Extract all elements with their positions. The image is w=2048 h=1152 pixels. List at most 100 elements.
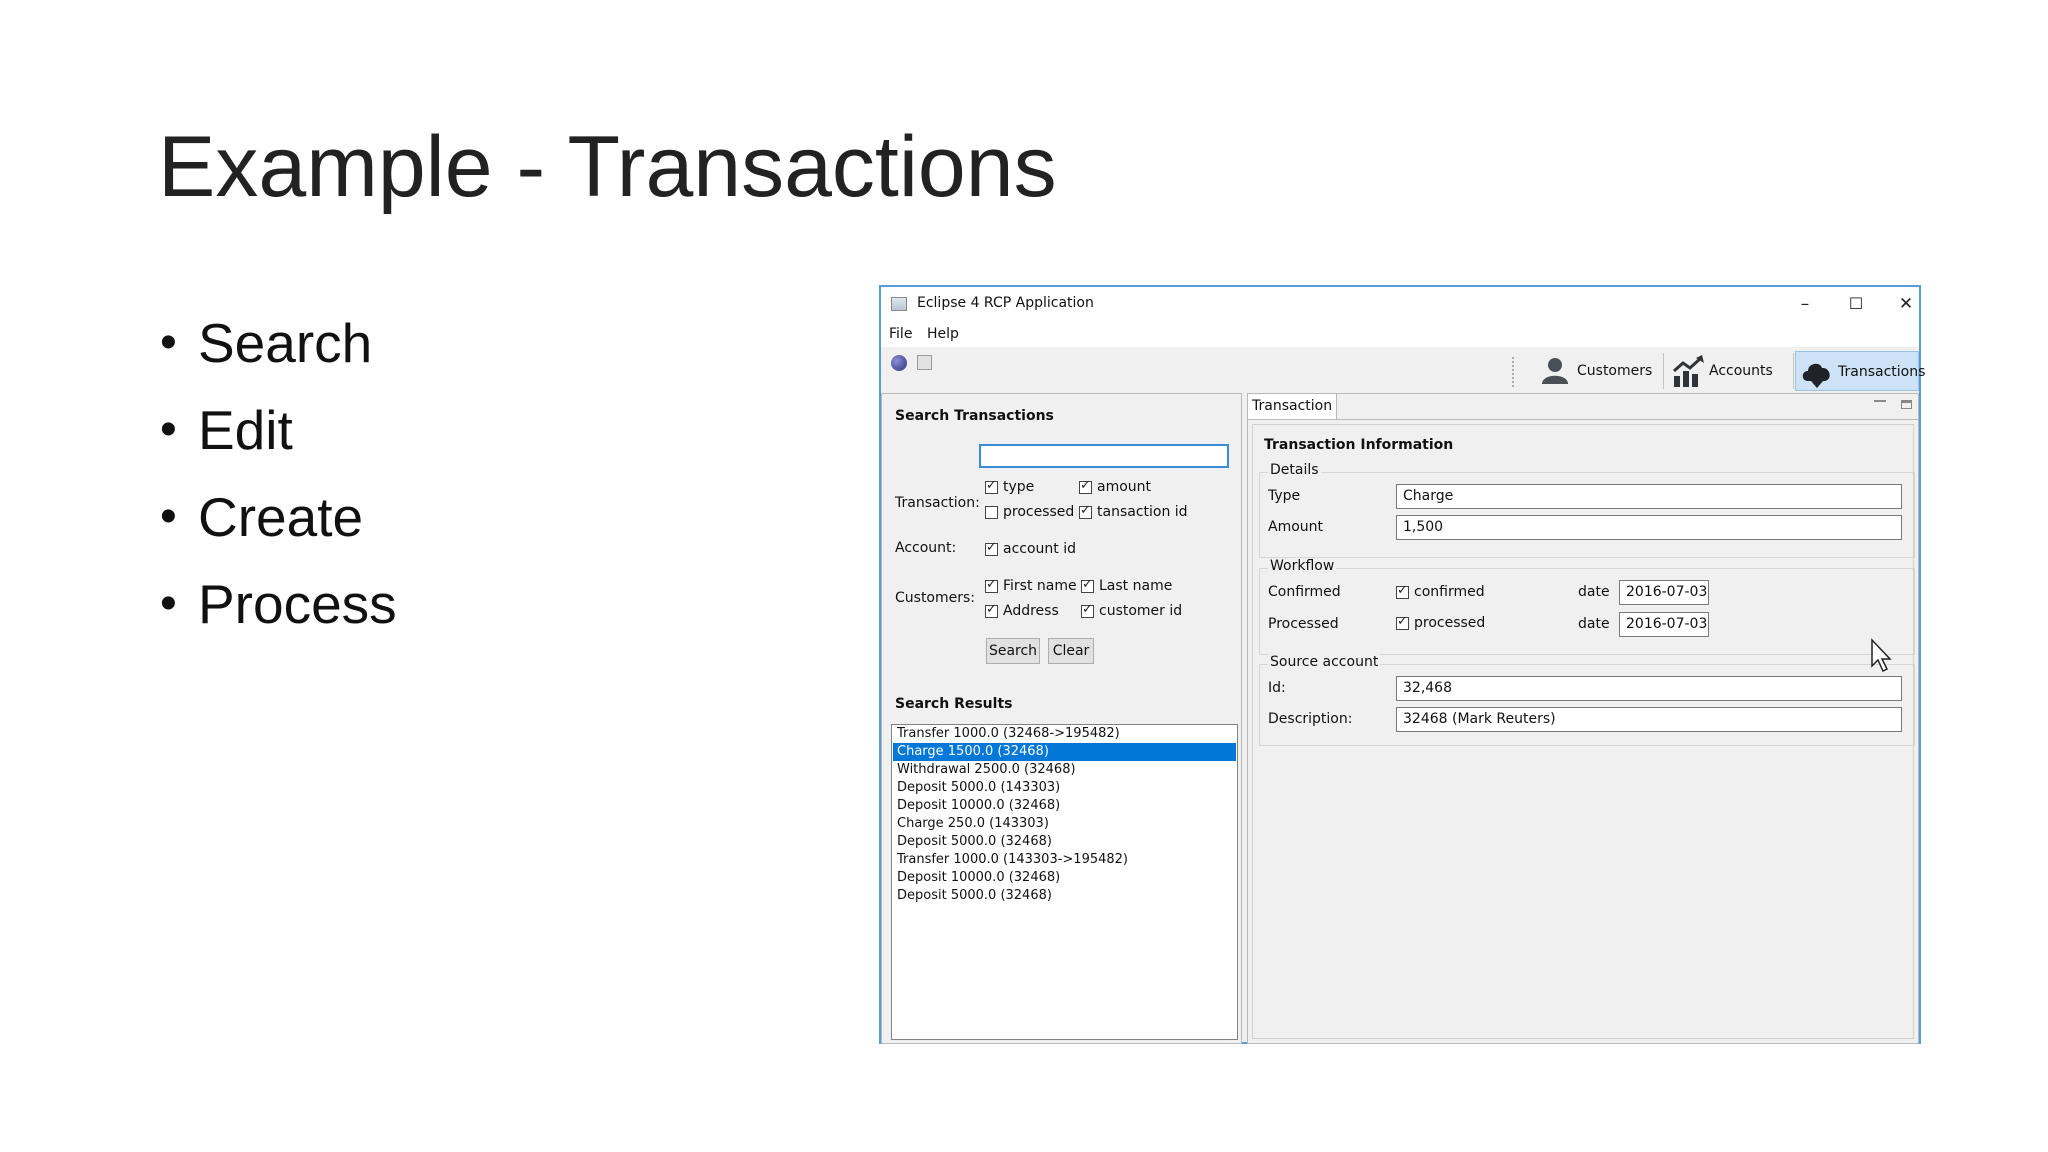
slide-title: Example - Transactions	[158, 119, 1057, 215]
list-item[interactable]: Deposit 5000.0 (32468)	[893, 833, 1236, 851]
cloud-icon	[1802, 363, 1830, 388]
checkbox-label: account id	[1003, 541, 1077, 557]
processed-label: Processed	[1268, 616, 1339, 632]
checkbox-first-name[interactable]: First name	[985, 577, 1077, 594]
perspective-transactions[interactable]: Transactions	[1795, 351, 1925, 391]
checkbox-box[interactable]	[985, 602, 998, 618]
search-heading: Search Transactions	[895, 408, 1054, 424]
checkbox-label: tansaction id	[1097, 504, 1188, 520]
checkbox-label: type	[1003, 479, 1035, 495]
bullet-item: • Edit	[160, 399, 397, 486]
tab-transaction[interactable]: Transaction	[1248, 394, 1338, 420]
bullet-item: • Search	[160, 312, 397, 399]
list-item[interactable]: Withdrawal 2500.0 (32468)	[893, 761, 1236, 779]
bullet-list: • Search • Edit • Create • Process	[160, 312, 397, 660]
list-item[interactable]: Transfer 1000.0 (143303->195482)	[893, 851, 1236, 869]
checkbox-box[interactable]	[985, 577, 998, 593]
checkbox-box[interactable]	[985, 478, 998, 494]
description-label: Description:	[1268, 711, 1353, 727]
bullet-dot: •	[160, 490, 177, 543]
bullet-text: Edit	[198, 399, 293, 461]
save-icon[interactable]	[917, 355, 932, 370]
minimize-button[interactable]: –	[1790, 291, 1820, 317]
list-item[interactable]: Deposit 5000.0 (143303)	[893, 779, 1236, 797]
bullet-text: Process	[198, 573, 397, 635]
id-field[interactable]: 32,468	[1396, 676, 1902, 701]
checkbox-type[interactable]: type	[985, 478, 1035, 495]
perspective-customers[interactable]: Customers	[1533, 351, 1661, 391]
checkbox-label: amount	[1097, 479, 1152, 495]
checkbox-amount[interactable]: amount	[1079, 478, 1152, 495]
checkbox-box[interactable]	[985, 505, 998, 519]
maximize-button[interactable]: ☐	[1841, 291, 1871, 317]
checkbox-account-id[interactable]: account id	[985, 540, 1077, 557]
results-heading: Search Results	[895, 696, 1013, 712]
list-item[interactable]: Deposit 5000.0 (32468)	[893, 887, 1236, 905]
bullet-text: Search	[198, 312, 373, 374]
list-item[interactable]: Deposit 10000.0 (32468)	[893, 797, 1236, 815]
list-item[interactable]: Deposit 10000.0 (32468)	[893, 869, 1236, 887]
checkbox-label: processed	[1003, 504, 1075, 520]
workflow-group	[1259, 568, 1915, 655]
checkbox-last-name[interactable]: Last name	[1081, 577, 1173, 594]
type-label: Type	[1268, 488, 1301, 504]
customers-label: Customers:	[895, 590, 976, 606]
perspective-accounts[interactable]: Accounts	[1667, 351, 1791, 391]
type-field[interactable]: Charge	[1396, 484, 1902, 509]
checkbox-label: Last name	[1099, 578, 1173, 594]
bullet-dot: •	[160, 316, 177, 369]
view-minimize-icon[interactable]	[1874, 400, 1886, 402]
checkbox-processed-workflow[interactable]: processed	[1396, 614, 1486, 631]
confirmed-date-field[interactable]: 2016-07-03	[1619, 580, 1709, 605]
processed-date-label: date	[1578, 616, 1610, 632]
source-account-title: Source account	[1268, 654, 1381, 670]
checkbox-box[interactable]	[985, 540, 998, 556]
title-bar[interactable]: Eclipse 4 RCP Application – ☐ ✕	[881, 287, 1919, 321]
amount-field[interactable]: 1,500	[1396, 515, 1902, 540]
bullet-item: • Process	[160, 573, 397, 660]
view-maximize-icon[interactable]	[1901, 400, 1912, 409]
description-field[interactable]: 32468 (Mark Reuters)	[1396, 707, 1902, 732]
list-item[interactable]: Charge 250.0 (143303)	[893, 815, 1236, 833]
results-list[interactable]: Transfer 1000.0 (32468->195482) Charge 1…	[891, 724, 1238, 1040]
list-item-selected[interactable]: Charge 1500.0 (32468)	[893, 743, 1236, 761]
checkbox-confirmed[interactable]: confirmed	[1396, 583, 1485, 600]
confirmed-date-label: date	[1578, 584, 1610, 600]
editor-panel: Transaction Transaction Information Deta…	[1247, 393, 1919, 1044]
checkbox-customer-id[interactable]: customer id	[1081, 602, 1182, 619]
transaction-label: Transaction:	[895, 495, 980, 511]
list-item[interactable]: Transfer 1000.0 (32468->195482)	[893, 725, 1236, 743]
checkbox-box[interactable]	[1396, 614, 1409, 630]
globe-icon[interactable]	[891, 355, 907, 371]
confirmed-label: Confirmed	[1268, 584, 1341, 600]
window-title: Eclipse 4 RCP Application	[917, 295, 1094, 311]
toolbar: Customers Accounts Transactions	[881, 347, 1925, 393]
menu-help[interactable]: Help	[927, 326, 959, 342]
checkbox-box[interactable]	[1081, 577, 1094, 593]
checkbox-box[interactable]	[1081, 602, 1094, 618]
checkbox-processed[interactable]: processed	[985, 504, 1074, 520]
clear-button[interactable]: Clear	[1048, 638, 1094, 664]
app-icon	[891, 297, 907, 311]
checkbox-label: processed	[1414, 615, 1486, 631]
editor-heading: Transaction Information	[1264, 437, 1454, 453]
perspective-separator	[1663, 353, 1664, 389]
search-button[interactable]: Search	[986, 638, 1040, 664]
perspective-label: Accounts	[1709, 363, 1773, 379]
search-panel: Search Transactions Transaction: type am…	[881, 393, 1242, 1044]
toolbar-separator	[1512, 357, 1514, 387]
processed-date-field[interactable]: 2016-07-03	[1619, 612, 1709, 637]
checkbox-box[interactable]	[1079, 503, 1092, 519]
chart-icon	[1673, 355, 1704, 387]
checkbox-box[interactable]	[1396, 583, 1409, 599]
checkbox-address[interactable]: Address	[985, 602, 1059, 619]
amount-label: Amount	[1268, 519, 1324, 535]
bullet-item: • Create	[160, 486, 397, 573]
checkbox-box[interactable]	[1079, 478, 1092, 494]
menu-file[interactable]: File	[889, 326, 912, 342]
id-label: Id:	[1268, 680, 1286, 696]
checkbox-transaction-id[interactable]: tansaction id	[1079, 503, 1188, 520]
close-button[interactable]: ✕	[1891, 291, 1921, 317]
search-input[interactable]	[979, 444, 1229, 468]
workflow-title: Workflow	[1268, 558, 1337, 574]
